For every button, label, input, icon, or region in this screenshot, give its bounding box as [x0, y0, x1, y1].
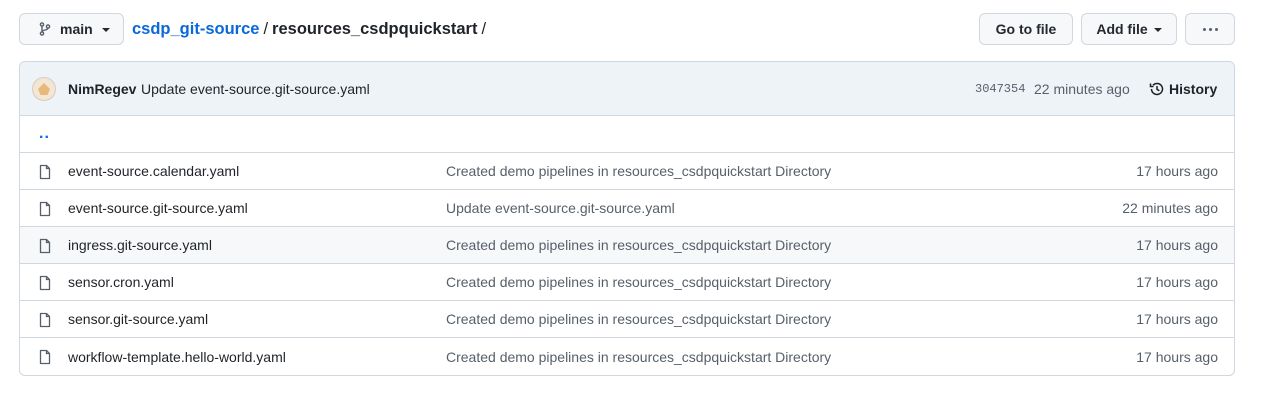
parent-directory-row[interactable]: .. [20, 116, 1234, 153]
parent-directory-link[interactable]: .. [39, 125, 50, 143]
file-commit-time: 17 hours ago [1136, 311, 1218, 327]
latest-commit-header: NimRegev Update event-source.git-source.… [20, 62, 1234, 116]
file-row[interactable]: event-source.git-source.yaml Update event… [20, 190, 1234, 227]
file-icon [37, 164, 53, 183]
git-branch-icon [39, 22, 51, 36]
file-commit-message-link[interactable]: Created demo pipelines in resources_csdp… [446, 311, 831, 327]
go-to-file-label: Go to file [995, 21, 1057, 37]
add-file-button[interactable]: Add file [1081, 13, 1177, 45]
file-name-link[interactable]: workflow-template.hello-world.yaml [68, 349, 286, 365]
breadcrumb-repo-link[interactable]: csdp_git-source [132, 20, 259, 39]
breadcrumb-separator: / [481, 19, 487, 38]
history-icon [1149, 82, 1164, 95]
kebab-horizontal-icon [1202, 27, 1218, 31]
commit-message-link[interactable]: Update event-source.git-source.yaml [141, 81, 370, 97]
file-row[interactable]: event-source.calendar.yaml Created demo p… [20, 153, 1234, 190]
file-row[interactable]: sensor.cron.yaml Created demo pipelines i… [20, 264, 1234, 301]
go-to-file-button[interactable]: Go to file [979, 13, 1073, 45]
file-commit-message-link[interactable]: Update event-source.git-source.yaml [446, 200, 675, 216]
commit-sha-link[interactable]: 3047354 [975, 82, 1025, 96]
file-commit-message-link[interactable]: Created demo pipelines in resources_csdp… [446, 274, 831, 290]
branch-name: main [60, 21, 93, 37]
add-file-label: Add file [1096, 21, 1148, 37]
file-commit-message-link[interactable]: Created demo pipelines in resources_csdp… [446, 349, 831, 365]
file-commit-time: 17 hours ago [1136, 237, 1218, 253]
commit-author-link[interactable]: NimRegev [68, 81, 136, 97]
file-row[interactable]: workflow-template.hello-world.yaml Create… [20, 338, 1234, 375]
file-commit-time: 22 minutes ago [1122, 200, 1218, 216]
file-icon [37, 312, 53, 331]
chevron-down-icon [101, 27, 110, 32]
file-icon [37, 275, 53, 294]
file-list-box: NimRegev Update event-source.git-source.… [19, 61, 1235, 376]
file-navigation: main csdp_git-source / resources_csdpqui… [19, 13, 1235, 45]
file-icon [37, 238, 53, 257]
breadcrumb: csdp_git-source / resources_csdpquicksta… [132, 20, 490, 39]
history-label: History [1169, 80, 1218, 97]
file-name-link[interactable]: sensor.cron.yaml [68, 274, 174, 290]
file-name-link[interactable]: sensor.git-source.yaml [68, 311, 208, 327]
commit-time: 22 minutes ago [1034, 80, 1130, 97]
file-icon [37, 349, 53, 368]
history-link[interactable]: History [1149, 81, 1217, 97]
chevron-down-icon [1153, 27, 1162, 32]
breadcrumb-current-dir: resources_csdpquickstart [272, 19, 478, 38]
breadcrumb-separator: / [263, 19, 269, 38]
file-row[interactable]: ingress.git-source.yaml Created demo pipe… [20, 227, 1234, 264]
more-options-button[interactable] [1185, 13, 1235, 45]
file-commit-time: 17 hours ago [1136, 163, 1218, 179]
avatar[interactable] [32, 77, 56, 101]
branch-select-button[interactable]: main [19, 13, 124, 45]
file-name-link[interactable]: event-source.calendar.yaml [68, 163, 239, 179]
file-commit-time: 17 hours ago [1136, 348, 1218, 365]
file-commit-time: 17 hours ago [1136, 274, 1218, 290]
file-commit-message-link[interactable]: Created demo pipelines in resources_csdp… [446, 237, 831, 253]
file-icon [37, 201, 53, 220]
file-commit-message-link[interactable]: Created demo pipelines in resources_csdp… [446, 163, 831, 179]
file-row[interactable]: sensor.git-source.yaml Created demo pipel… [20, 301, 1234, 338]
file-name-link[interactable]: event-source.git-source.yaml [68, 200, 248, 216]
file-name-link[interactable]: ingress.git-source.yaml [68, 237, 212, 253]
